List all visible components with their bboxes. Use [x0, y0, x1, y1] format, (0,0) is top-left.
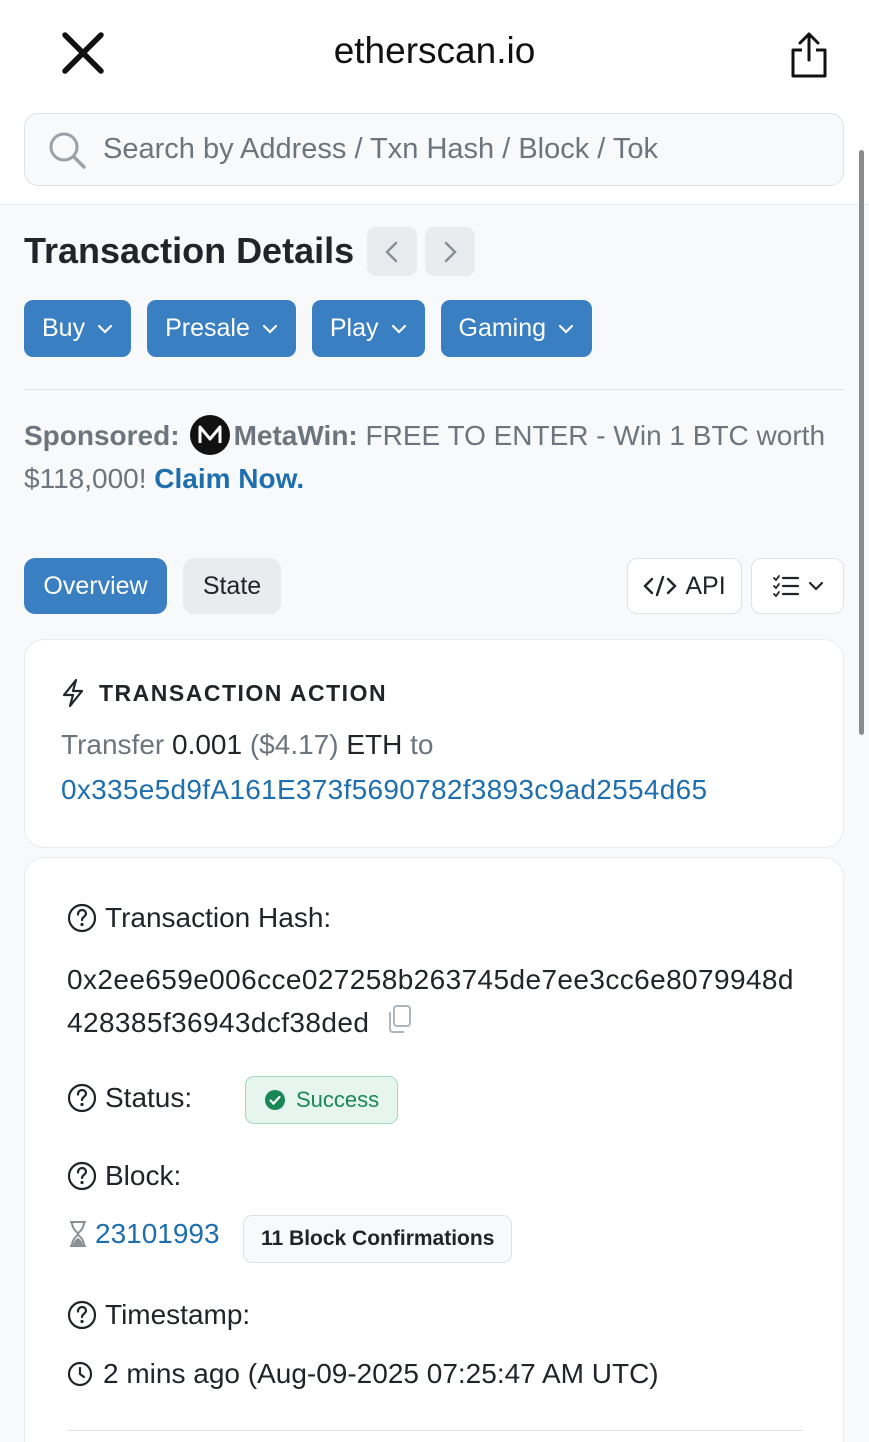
scrollbar[interactable]	[859, 150, 864, 735]
claim-now-link[interactable]: Claim Now.	[154, 463, 304, 494]
transaction-hash: 0x2ee659e006cce027258b263745de7ee3cc6e80…	[67, 958, 807, 1046]
chevron-down-icon	[808, 581, 823, 591]
transaction-action-card: TRANSACTION ACTION Transfer 0.001 ($4.17…	[24, 639, 844, 848]
action-description: Transfer 0.001 ($4.17) ETH to	[61, 729, 434, 761]
help-icon[interactable]	[67, 1300, 97, 1330]
transaction-action-heading: TRANSACTION ACTION	[61, 678, 387, 708]
transaction-details-card: Transaction Hash: 0x2ee659e006cce027258b…	[24, 857, 844, 1442]
action-token: ETH	[346, 729, 403, 760]
view-options-dropdown[interactable]	[751, 558, 844, 614]
hash-label: Transaction Hash:	[105, 902, 332, 933]
copy-icon	[389, 1005, 412, 1034]
status-label-row: Status:	[67, 1082, 192, 1114]
timestamp-row: 2 mins ago (Aug-09-2025 07:25:47 AM UTC)	[67, 1358, 659, 1390]
play-dropdown[interactable]: Play	[311, 300, 425, 357]
status-value: Success	[296, 1087, 380, 1112]
search-icon	[49, 132, 86, 169]
api-button[interactable]: API	[627, 558, 742, 614]
browser-topbar: etherscan.io	[0, 0, 869, 205]
status-badge: Success	[245, 1076, 399, 1124]
dropdown-label: Play	[329, 314, 379, 342]
hourglass-icon	[70, 1221, 86, 1247]
search-bar[interactable]	[24, 113, 844, 186]
lightning-icon	[62, 678, 84, 708]
block-label: Block:	[105, 1160, 182, 1191]
chevron-down-icon	[97, 324, 113, 334]
chevron-down-icon	[391, 324, 406, 334]
timestamp-value: 2 mins ago (Aug-09-2025 07:25:47 AM UTC)	[103, 1358, 659, 1389]
share-icon	[791, 32, 827, 78]
divider	[24, 389, 844, 390]
category-dropdowns: Buy Presale Play Gaming	[24, 300, 593, 357]
block-number-link[interactable]: 23101993	[95, 1218, 220, 1250]
previous-transaction-button[interactable]	[367, 227, 417, 276]
clock-icon	[67, 1361, 93, 1387]
action-amount: 0.001	[172, 729, 243, 760]
buy-dropdown[interactable]: Buy	[24, 300, 132, 357]
sponsored-banner: Sponsored: MetaWin: FREE TO ENTER - Win 1…	[24, 414, 844, 500]
sponsored-label: Sponsored:	[24, 420, 180, 451]
help-icon[interactable]	[67, 1083, 97, 1113]
dropdown-label: Gaming	[458, 314, 547, 342]
block-value-row: 23101993	[67, 1218, 220, 1250]
next-transaction-button[interactable]	[425, 227, 475, 276]
page-title: Transaction Details	[24, 230, 355, 271]
timestamp-label: Timestamp:	[105, 1299, 251, 1330]
copy-button[interactable]	[385, 1003, 413, 1046]
gaming-dropdown[interactable]: Gaming	[440, 300, 593, 357]
hash-label-row: Transaction Hash:	[67, 902, 331, 934]
hash-value: 0x2ee659e006cce027258b263745de7ee3cc6e80…	[67, 964, 794, 1038]
confirmations-badge: 11 Block Confirmations	[243, 1215, 513, 1263]
divider	[67, 1430, 803, 1431]
sponsor-brand: MetaWin:	[233, 420, 358, 451]
chevron-right-icon	[444, 241, 457, 262]
recipient-address-link[interactable]: 0x335e5d9fA161E373f5690782f3893c9ad2554d…	[61, 774, 707, 806]
chevron-down-icon	[558, 324, 574, 334]
help-icon[interactable]	[67, 1161, 97, 1191]
dropdown-label: Buy	[42, 314, 86, 342]
code-icon	[643, 575, 678, 597]
tab-overview[interactable]: Overview	[24, 558, 167, 614]
action-to: to	[402, 729, 434, 760]
action-usd: ($4.17)	[242, 729, 347, 760]
timestamp-label-row: Timestamp:	[67, 1299, 250, 1331]
search-input[interactable]	[103, 133, 683, 166]
action-heading-text: TRANSACTION ACTION	[99, 679, 388, 706]
check-circle-icon	[265, 1090, 285, 1110]
status-label: Status:	[105, 1082, 193, 1113]
tab-state[interactable]: State	[183, 558, 281, 614]
presale-dropdown[interactable]: Presale	[147, 300, 296, 357]
block-label-row: Block:	[67, 1160, 181, 1192]
share-button[interactable]	[789, 30, 831, 80]
action-prefix: Transfer	[61, 729, 172, 760]
api-label: API	[685, 571, 726, 600]
metawin-logo	[189, 414, 230, 455]
list-checks-icon	[772, 575, 799, 598]
site-domain: etherscan.io	[333, 30, 536, 71]
dropdown-label: Presale	[165, 314, 250, 342]
help-icon[interactable]	[67, 903, 97, 933]
chevron-down-icon	[262, 324, 277, 334]
chevron-left-icon	[385, 241, 398, 262]
